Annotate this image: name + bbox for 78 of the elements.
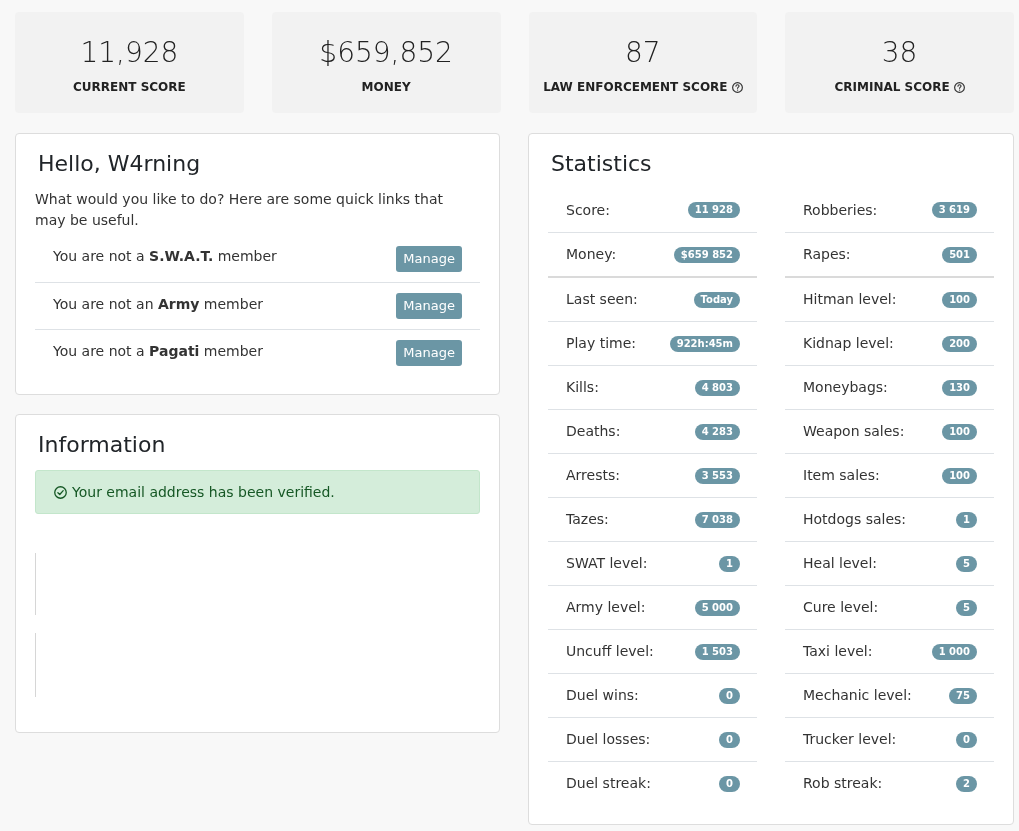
- panel-title: Statistics: [550, 150, 653, 178]
- membership-text: You are not an Army member: [53, 294, 263, 314]
- stat-value: 3 619: [931, 202, 977, 218]
- stat-label: CRIMINAL SCORE: [834, 79, 950, 95]
- stat-value: 1: [719, 555, 740, 572]
- membership-text: You are not a Pagati member: [53, 341, 263, 361]
- question-circle-icon[interactable]: [953, 81, 965, 93]
- intro-text: What would you like to do? Here are some quick links that may be useful.: [35, 190, 444, 230]
- question-circle-icon[interactable]: [731, 81, 743, 93]
- manage-button[interactable]: Manage: [396, 293, 462, 319]
- stat-value: 5: [956, 555, 977, 572]
- stat-value: 1 000: [931, 643, 977, 660]
- stat-label: CURRENT SCORE: [73, 79, 186, 95]
- panel-title: Information: [37, 431, 167, 459]
- stat-name: Robberies:: [803, 200, 878, 220]
- stat-value: 4 283: [694, 423, 740, 440]
- stat-value: 1: [956, 511, 977, 528]
- stat-value: 2: [956, 775, 977, 792]
- stat-name: Army level:: [566, 598, 646, 617]
- stat-value: 100: [942, 467, 977, 484]
- stat-name: Mechanic level:: [803, 686, 912, 705]
- stat-value: 0: [719, 687, 740, 704]
- stat-name: Item sales:: [803, 466, 880, 485]
- stat-value: 4 803: [694, 379, 740, 396]
- stat-name: Taxi level:: [803, 642, 873, 661]
- stat-value: 100: [942, 423, 977, 440]
- check-circle-icon: [54, 485, 67, 499]
- manage-button[interactable]: Manage: [396, 340, 462, 366]
- stat-name: Uncuff level:: [566, 642, 654, 661]
- stat-name: Kidnap level:: [803, 334, 894, 353]
- stat-value: 200: [942, 335, 977, 352]
- stat-name: Last seen:: [566, 290, 638, 309]
- stat-value: 1 503: [694, 643, 740, 660]
- stat-name: Trucker level:: [803, 730, 897, 749]
- stat-name: Money:: [566, 245, 617, 264]
- stat-value: 11,928: [80, 35, 179, 71]
- stat-name: Moneybags:: [803, 378, 888, 397]
- stat-value: $659 852: [673, 246, 740, 263]
- stat-value: 501: [942, 246, 977, 263]
- stat-value: 0: [719, 775, 740, 792]
- stat-value: 87: [625, 35, 661, 71]
- stat-value: 5: [956, 599, 977, 616]
- stat-value: 11 928: [687, 202, 740, 218]
- stat-value: 130: [942, 379, 977, 396]
- stat-name: Duel wins:: [566, 686, 639, 705]
- stat-name: Duel streak:: [566, 774, 651, 793]
- stat-name: Arrests:: [566, 466, 620, 485]
- stat-name: Rapes:: [803, 245, 851, 264]
- stat-value: 5 000: [694, 599, 740, 616]
- stat-name: Rob streak:: [803, 774, 883, 793]
- stat-value: 0: [956, 731, 977, 748]
- stat-value: 3 553: [694, 467, 740, 484]
- stat-value: 7 038: [694, 511, 740, 528]
- stat-name: Play time:: [566, 334, 636, 353]
- manage-button[interactable]: Manage: [396, 245, 462, 272]
- membership-text: You are not a S.W.A.T. member: [53, 247, 277, 266]
- stat-value: 0: [719, 731, 740, 748]
- panel-title: Hello, W4rning: [37, 150, 202, 178]
- stat-name: Duel losses:: [566, 730, 651, 749]
- stat-name: Tazes:: [566, 510, 609, 529]
- stat-value: $659,852: [319, 35, 453, 71]
- stat-value: Today: [693, 291, 740, 308]
- stat-name: Cure level:: [803, 598, 879, 617]
- stat-label: LAW ENFORCEMENT SCORE: [543, 79, 728, 95]
- stat-value: 100: [942, 291, 977, 308]
- stat-value: 922h:45m: [669, 335, 740, 352]
- alert-text: Your email address has been verified.: [72, 482, 335, 502]
- stat-name: Heal level:: [803, 554, 878, 573]
- stat-name: Weapon sales:: [803, 422, 905, 441]
- stat-value: 75: [949, 687, 977, 704]
- stat-name: Kills:: [566, 378, 599, 397]
- stat-name: Deaths:: [566, 422, 621, 441]
- stat-value: 38: [881, 35, 918, 71]
- stat-name: SWAT level:: [566, 554, 648, 573]
- stat-name: Hitman level:: [803, 290, 897, 309]
- stat-label: MONEY: [361, 79, 411, 95]
- stat-name: Hotdogs sales:: [803, 510, 907, 529]
- stat-name: Score:: [566, 200, 610, 220]
